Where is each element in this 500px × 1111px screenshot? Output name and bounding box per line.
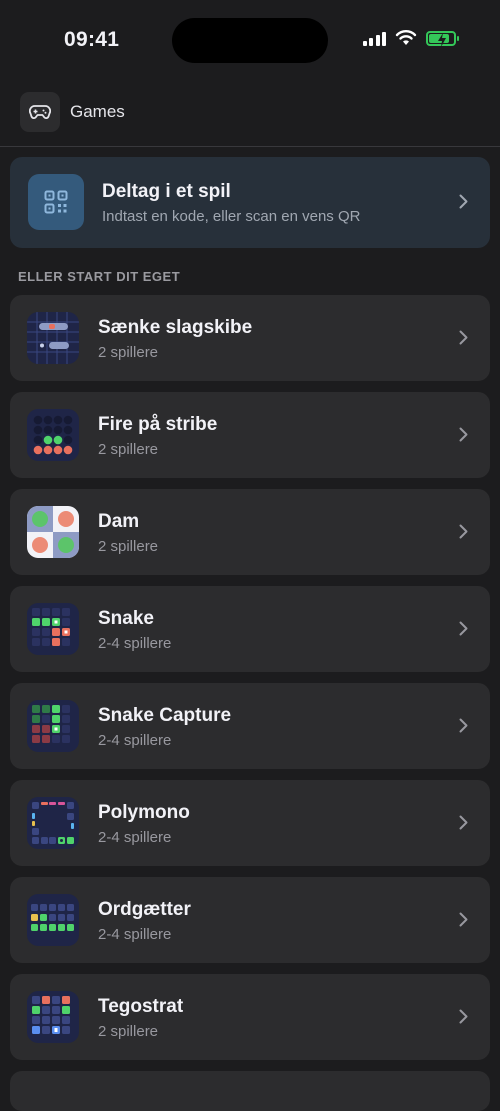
game-title: Snake xyxy=(98,608,154,629)
gamepad-icon[interactable] xyxy=(20,92,60,132)
game-title: Snake Capture xyxy=(98,705,232,726)
status-icons xyxy=(362,30,459,47)
game-item-word-guess[interactable]: Ordgætter 2-4 spillere xyxy=(10,877,490,963)
game-title: Tegostrat xyxy=(98,996,184,1017)
app-header: Games xyxy=(0,88,500,147)
game-players: 2 spillere xyxy=(98,1023,159,1040)
game-item-partial[interactable] xyxy=(10,1071,490,1111)
join-game-card[interactable]: Deltag i et spil Indtast en kode, eller … xyxy=(10,157,490,248)
game-players: 2 spillere xyxy=(98,538,159,555)
join-title: Deltag i et spil xyxy=(102,181,231,202)
chevron-right-icon xyxy=(459,815,468,830)
section-header: ELLER START DIT EGET xyxy=(18,269,181,284)
game-players: 2-4 spillere xyxy=(98,732,172,749)
dynamic-island xyxy=(172,18,328,63)
app-title: Games xyxy=(70,102,125,121)
wifi-icon xyxy=(395,30,417,45)
snake-capture-icon xyxy=(27,700,79,752)
chevron-right-icon xyxy=(459,621,468,636)
game-title: Fire på stribe xyxy=(98,414,218,435)
game-players: 2 spillere xyxy=(98,344,159,361)
chevron-right-icon xyxy=(459,194,468,209)
chevron-right-icon xyxy=(459,912,468,927)
checkers-icon xyxy=(27,506,79,558)
snake-icon xyxy=(27,603,79,655)
battleship-icon xyxy=(27,312,79,364)
qr-code-icon xyxy=(28,174,84,230)
game-players: 2-4 spillere xyxy=(98,635,172,652)
game-players: 2-4 spillere xyxy=(98,926,172,943)
join-subtitle: Indtast en kode, eller scan en vens QR xyxy=(102,208,361,225)
game-item-checkers[interactable]: Dam 2 spillere xyxy=(10,489,490,575)
game-title: Sænke slagskibe xyxy=(98,317,253,338)
chevron-right-icon xyxy=(459,524,468,539)
battery-charging-icon xyxy=(426,30,459,47)
game-item-snake-capture[interactable]: Snake Capture 2-4 spillere xyxy=(10,683,490,769)
game-players: 2 spillere xyxy=(98,441,159,458)
game-item-tegostrat[interactable]: Tegostrat 2 spillere xyxy=(10,974,490,1060)
chevron-right-icon xyxy=(459,1009,468,1024)
game-title: Ordgætter xyxy=(98,899,191,920)
game-title: Dam xyxy=(98,511,140,532)
chevron-right-icon xyxy=(459,427,468,442)
chevron-right-icon xyxy=(459,330,468,345)
game-item-battleship[interactable]: Sænke slagskibe 2 spillere xyxy=(10,295,490,381)
game-item-polymono[interactable]: Polymono 2-4 spillere xyxy=(10,780,490,866)
tegostrat-icon xyxy=(27,991,79,1043)
game-item-connect-four[interactable]: Fire på stribe 2 spillere xyxy=(10,392,490,478)
polymono-icon xyxy=(27,797,79,849)
game-item-snake[interactable]: Snake 2-4 spillere xyxy=(10,586,490,672)
signal-icon xyxy=(362,31,386,46)
game-title: Polymono xyxy=(98,802,190,823)
status-time: 09:41 xyxy=(64,28,120,51)
game-list: Sænke slagskibe 2 spillere Fire på strib… xyxy=(10,295,490,1071)
word-guess-icon xyxy=(27,894,79,946)
game-players: 2-4 spillere xyxy=(98,829,172,846)
status-bar: 09:41 xyxy=(0,0,500,80)
connect-four-icon xyxy=(27,409,79,461)
chevron-right-icon xyxy=(459,718,468,733)
